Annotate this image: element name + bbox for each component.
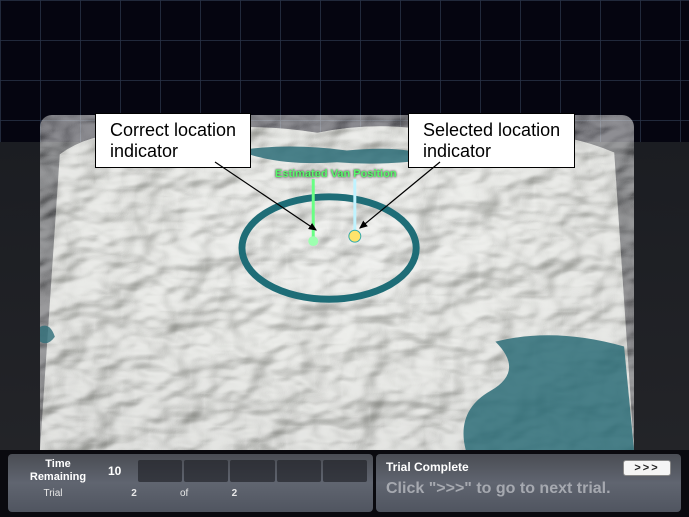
time-remaining-value: 10 — [108, 464, 138, 478]
callout-selected-location: Selected location indicator — [408, 113, 575, 168]
time-bars — [138, 454, 373, 488]
hud-left-panel: Time Remaining 10 Trial 2 of 2 — [8, 454, 373, 512]
trial-total: 2 — [228, 488, 240, 499]
beacon-label: Estimated Van Position — [275, 168, 397, 180]
terrain-viewport: Estimated Van Position Correct location … — [0, 0, 689, 450]
trial-current: 2 — [128, 488, 140, 499]
callout-line: indicator — [110, 141, 236, 162]
callout-line: Correct location — [110, 120, 236, 141]
callout-line: Selected location — [423, 120, 560, 141]
trial-of: of — [180, 488, 188, 499]
next-trial-button[interactable]: >>> — [623, 460, 671, 476]
callout-line: indicator — [423, 141, 560, 162]
callout-correct-location: Correct location indicator — [95, 113, 251, 168]
trial-instruction: Click ">>>" to go to next trial. — [386, 480, 671, 498]
trial-label: Trial — [18, 488, 88, 499]
hud-right-panel: Trial Complete Click ">>>" to go to next… — [376, 454, 681, 512]
time-remaining-label: Time Remaining — [8, 458, 108, 484]
hud-bar: Time Remaining 10 Trial 2 of 2 Trial Com… — [8, 454, 681, 512]
